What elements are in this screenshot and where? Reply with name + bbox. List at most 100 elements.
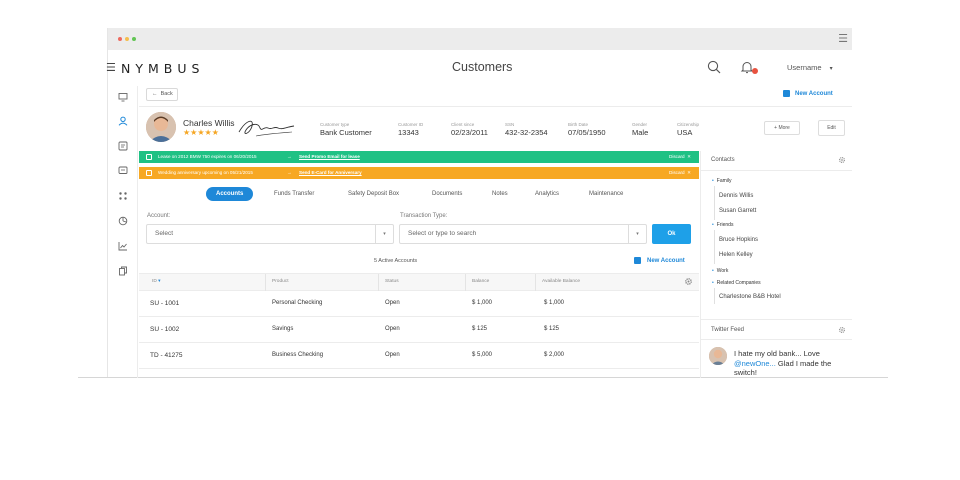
id-card-icon[interactable] (118, 141, 128, 151)
tab-funds-transfer[interactable]: Funds Transfer (274, 187, 314, 201)
tab-documents[interactable]: Documents (432, 187, 462, 201)
alert-anniversary: Wedding anniversary upcoming on 05/21/20… (139, 167, 699, 179)
page-title: Customers (452, 60, 513, 74)
tweet-avatar (709, 347, 727, 365)
gear-icon[interactable] (684, 277, 693, 286)
arrow-left-icon: ← (152, 91, 158, 97)
citizenship-field: Citizenship USA (677, 122, 700, 137)
brand-logo: NYMBUS (121, 61, 205, 76)
new-account-icon (634, 257, 641, 264)
customer-type-field: Customer type Bank Customer (320, 122, 372, 137)
account-select[interactable]: Select ▾ (146, 224, 394, 244)
close-window-dot[interactable] (118, 37, 122, 41)
tab-maintenance[interactable]: Maintenance (589, 187, 623, 201)
monitor-icon[interactable] (118, 92, 128, 102)
client-since-field: Client since 02/23/2011 (451, 122, 488, 137)
user-menu[interactable]: Username ▾ (787, 63, 833, 72)
more-button[interactable]: + More (764, 121, 800, 135)
tab-safety-deposit-box[interactable]: Safety Deposit Box (348, 187, 399, 201)
gender-field: Gender Male (632, 122, 649, 137)
contact-item[interactable]: Helen Kelley (719, 252, 753, 258)
pie-chart-icon[interactable] (118, 216, 128, 226)
bell-icon (146, 154, 152, 160)
search-icon[interactable] (707, 60, 721, 74)
documents-icon[interactable] (118, 266, 128, 276)
contact-group-work[interactable]: • Work (712, 268, 728, 274)
minimize-window-dot[interactable] (125, 37, 129, 41)
back-label: Back (160, 91, 173, 97)
twitter-feed-title: Twitter Feed (711, 327, 745, 333)
back-button[interactable]: ← Back (146, 88, 178, 101)
contacts-title: Contacts (711, 157, 735, 163)
divider (700, 339, 852, 340)
title-bar: ☰ (108, 28, 852, 50)
column-header-status[interactable]: Status (385, 279, 399, 284)
customer-avatar (146, 112, 176, 142)
right-panel (700, 151, 852, 378)
notification-badge (752, 68, 758, 74)
transfer-icon[interactable] (118, 191, 128, 201)
alert-message: Wedding anniversary upcoming on 05/21/20… (158, 170, 253, 175)
contact-item[interactable]: Susan Garrett (719, 208, 756, 214)
chevron-down-icon: ▾ (829, 66, 833, 72)
line-chart-icon[interactable] (118, 241, 128, 251)
edit-button[interactable]: Edit (818, 120, 845, 136)
contact-group-family[interactable]: • Family (712, 178, 732, 184)
tab-analytics[interactable]: Analytics (535, 187, 559, 201)
customer-name: Charles Willis (183, 118, 235, 128)
customer-id-field: Customer ID 13343 (398, 122, 424, 137)
divider (700, 170, 852, 171)
discard-alert-button[interactable]: Discard ✕ (669, 151, 691, 163)
tab-accounts[interactable]: Accounts (206, 187, 254, 201)
group-line (714, 186, 715, 220)
table-row[interactable]: TD - 41275 Business Checking Open $ 5,00… (139, 343, 699, 369)
ssn-field: SSN 432-32-2354 (505, 122, 548, 137)
send-promo-email-link[interactable]: Send Promo Email for lease (299, 151, 360, 163)
transaction-type-label: Transaction Type: (400, 213, 448, 219)
contact-group-related-companies[interactable]: • Related Companies (712, 280, 761, 286)
maximize-window-dot[interactable] (132, 37, 136, 41)
message-icon[interactable] (118, 166, 128, 176)
gear-icon[interactable] (838, 326, 846, 334)
customer-rating: ★★★★★ (183, 128, 219, 137)
signature-image (238, 120, 295, 137)
new-account-button[interactable]: New Account (634, 257, 685, 264)
arrow-right-icon: → (287, 170, 292, 175)
contact-item[interactable]: Charlestone B&B Hotel (719, 294, 781, 300)
table-header: ID ▾ Product Status Balance Available Ba… (139, 273, 699, 291)
group-line (714, 288, 715, 304)
new-account-button[interactable]: New Account (783, 90, 833, 97)
tweet-text: I hate my old bank... Love @newOne... Gl… (734, 349, 832, 377)
new-account-label: New Account (795, 91, 833, 98)
column-header-balance[interactable]: Balance (472, 279, 489, 284)
tweet-mention-link[interactable]: @newOne... (734, 359, 776, 368)
contact-group-friends[interactable]: • Friends (712, 222, 733, 228)
contact-item[interactable]: Dennis Willis (719, 193, 753, 199)
send-ecard-link[interactable]: Send E-Card for Anniversary (299, 167, 362, 179)
birth-date-field: Birth Date 07/05/1950 (568, 122, 606, 137)
hamburger-icon[interactable]: ☰ (838, 33, 848, 45)
tab-notes[interactable]: Notes (492, 187, 508, 201)
column-header-available-balance[interactable]: Available Balance (542, 279, 580, 284)
username-label: Username (787, 63, 822, 72)
transaction-type-select[interactable]: Select or type to search ▾ (399, 224, 647, 244)
menu-icon[interactable]: ☰ (106, 61, 116, 74)
column-header-id[interactable]: ID ▾ (152, 279, 161, 284)
group-line (714, 230, 715, 264)
avatar-image (146, 112, 176, 142)
discard-alert-button[interactable]: Discard ✕ (669, 167, 691, 179)
alert-message: Lease on 2012 BMW 750 expires on 06/20/2… (158, 154, 257, 159)
active-accounts-count: 5 Active Accounts (374, 258, 418, 264)
chevron-down-icon: ▾ (375, 225, 393, 243)
arrow-right-icon: → (287, 154, 292, 159)
new-account-icon (783, 90, 790, 97)
table-row[interactable]: SU - 1002 Savings Open $ 125 $ 125 (139, 317, 699, 343)
user-icon[interactable] (118, 116, 128, 126)
sidebar-nav (107, 86, 138, 378)
ok-button[interactable]: Ok (652, 224, 691, 244)
divider (700, 319, 852, 320)
contact-item[interactable]: Bruce Hopkins (719, 237, 758, 243)
table-row[interactable]: SU - 1001 Personal Checking Open $ 1,000… (139, 291, 699, 317)
column-header-product[interactable]: Product (272, 279, 289, 284)
gear-icon[interactable] (838, 156, 846, 164)
